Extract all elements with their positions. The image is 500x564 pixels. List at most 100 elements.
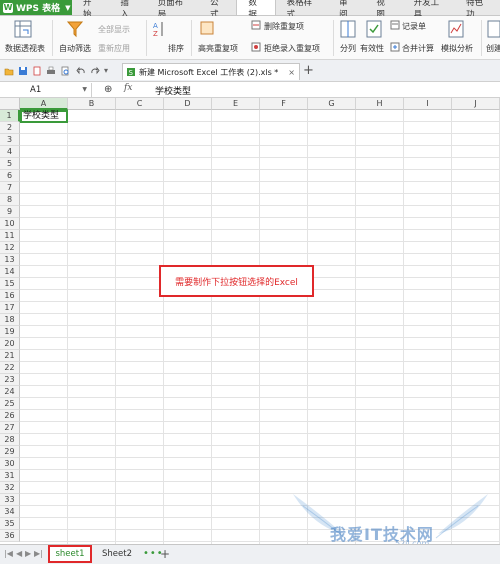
row-header[interactable]: 16 <box>0 290 20 302</box>
row-header[interactable]: 29 <box>0 446 20 458</box>
row-header[interactable]: 32 <box>0 482 20 494</box>
tab-special[interactable]: 特色功 <box>455 0 500 20</box>
sheet-tab-sheet1[interactable]: sheet1 <box>48 545 92 563</box>
tab-developer[interactable]: 开发工具 <box>403 0 456 20</box>
print-icon[interactable] <box>46 66 56 76</box>
last-sheet-icon[interactable]: ▶| <box>34 549 43 558</box>
remove-duplicates-icon[interactable] <box>251 20 261 30</box>
spreadsheet-grid[interactable]: A B C D E F G H I J 1 2 3 4 5 6 7 8 9 10 11 12 13 14 15 16 17 18 19 2… <box>0 98 500 544</box>
row-header[interactable]: 8 <box>0 194 20 206</box>
undo-icon[interactable] <box>76 66 86 76</box>
select-all-corner[interactable] <box>0 98 20 110</box>
sheet-tab-sheet2[interactable]: Sheet2 <box>97 545 137 563</box>
consolidate-button[interactable]: 合并计算 <box>402 43 434 54</box>
sort-icon[interactable]: A Z <box>152 20 166 38</box>
row-header[interactable]: 24 <box>0 386 20 398</box>
row-header[interactable]: 6 <box>0 170 20 182</box>
column-header[interactable]: C <box>116 98 164 110</box>
row-header[interactable]: 7 <box>0 182 20 194</box>
row-header[interactable]: 4 <box>0 146 20 158</box>
close-tab-icon[interactable]: × <box>288 68 295 77</box>
redo-icon[interactable] <box>90 66 100 76</box>
row-header[interactable]: 21 <box>0 350 20 362</box>
row-header[interactable]: 31 <box>0 470 20 482</box>
column-header[interactable]: I <box>404 98 452 110</box>
row-header[interactable]: 14 <box>0 266 20 278</box>
row-header[interactable]: 33 <box>0 494 20 506</box>
record-form-button[interactable]: 记录单 <box>402 21 426 32</box>
pivot-table-button[interactable]: 数据透视表 <box>5 43 45 54</box>
column-header[interactable]: E <box>212 98 260 110</box>
row-header[interactable]: 19 <box>0 326 20 338</box>
row-header[interactable]: 18 <box>0 314 20 326</box>
autofilter-button[interactable]: 自动筛选 <box>59 43 91 54</box>
row-header[interactable]: 3 <box>0 134 20 146</box>
save-icon[interactable] <box>18 66 28 76</box>
column-header[interactable]: B <box>68 98 116 110</box>
row-header[interactable]: 12 <box>0 242 20 254</box>
export-pdf-icon[interactable] <box>32 66 42 76</box>
formula-input[interactable]: 学校类型 <box>155 84 191 97</box>
column-header[interactable]: F <box>260 98 308 110</box>
row-header[interactable]: 25 <box>0 398 20 410</box>
open-folder-icon[interactable] <box>4 66 14 76</box>
validity-button[interactable]: 有效性 <box>360 43 384 54</box>
row-header[interactable]: 10 <box>0 218 20 230</box>
row-header[interactable]: 28 <box>0 434 20 446</box>
tab-page-layout[interactable]: 页面布局 <box>147 0 200 20</box>
tab-table-style[interactable]: 表格样式 <box>276 0 329 20</box>
consolidate-icon[interactable] <box>390 42 400 52</box>
tab-formulas[interactable]: 公式 <box>199 0 236 20</box>
prev-sheet-icon[interactable]: ◀ <box>16 549 22 558</box>
print-preview-icon[interactable] <box>60 66 70 76</box>
app-menu-button[interactable]: W WPS 表格 ▼ <box>0 0 73 15</box>
function-wizard-button[interactable]: fx <box>124 83 132 93</box>
row-header[interactable]: 35 <box>0 518 20 530</box>
document-tab[interactable]: S 新建 Microsoft Excel 工作表 (2).xls * × <box>122 63 300 80</box>
row-header[interactable]: 2 <box>0 122 20 134</box>
show-all-button[interactable]: 全部显示 <box>98 24 130 35</box>
create-group-button[interactable]: 创建 <box>486 43 500 54</box>
reapply-button[interactable]: 重新应用 <box>98 43 130 54</box>
column-header[interactable]: J <box>452 98 500 110</box>
row-header[interactable]: 30 <box>0 458 20 470</box>
row-header[interactable]: 20 <box>0 338 20 350</box>
split-button[interactable]: 分列 <box>340 43 356 54</box>
first-sheet-icon[interactable]: |◀ <box>4 549 13 558</box>
row-header[interactable]: 1 <box>0 110 20 122</box>
highlight-duplicates-icon[interactable] <box>200 21 214 35</box>
column-header[interactable]: H <box>356 98 404 110</box>
split-columns-icon[interactable] <box>340 20 356 38</box>
add-sheet-button[interactable]: + <box>160 547 170 561</box>
tab-review[interactable]: 审阅 <box>328 0 365 20</box>
qat-more-icon[interactable]: ▾ <box>104 66 108 75</box>
reject-duplicates-button[interactable]: 拒绝录入重复项 <box>264 43 320 54</box>
row-header[interactable]: 17 <box>0 302 20 314</box>
new-tab-button[interactable]: + <box>303 63 314 78</box>
row-header[interactable]: 15 <box>0 278 20 290</box>
row-header[interactable]: 26 <box>0 410 20 422</box>
tab-home[interactable]: 开始 <box>72 0 109 20</box>
column-header[interactable]: G <box>308 98 356 110</box>
remove-duplicates-button[interactable]: 删除重复项 <box>264 21 304 32</box>
zoom-search-icon[interactable]: ⊕ <box>104 84 112 95</box>
create-group-icon[interactable] <box>487 20 500 38</box>
validity-icon[interactable] <box>366 20 382 38</box>
what-if-analysis-button[interactable]: 模拟分析 <box>441 43 473 54</box>
chevron-down-icon[interactable]: ▼ <box>82 83 87 97</box>
row-header[interactable]: 9 <box>0 206 20 218</box>
row-header[interactable]: 13 <box>0 254 20 266</box>
row-header[interactable]: 36 <box>0 530 20 542</box>
funnel-icon[interactable] <box>66 20 84 38</box>
tab-insert[interactable]: 插入 <box>109 0 146 20</box>
column-header[interactable]: A <box>20 98 68 110</box>
tab-view[interactable]: 视图 <box>365 0 402 20</box>
row-header[interactable]: 23 <box>0 374 20 386</box>
what-if-analysis-icon[interactable] <box>448 20 464 38</box>
row-header[interactable]: 11 <box>0 230 20 242</box>
next-sheet-icon[interactable]: ▶ <box>25 549 31 558</box>
name-box[interactable]: A1 ▼ <box>0 83 92 97</box>
pivot-table-icon[interactable] <box>14 20 32 38</box>
row-header[interactable]: 27 <box>0 422 20 434</box>
row-header[interactable]: 22 <box>0 362 20 374</box>
